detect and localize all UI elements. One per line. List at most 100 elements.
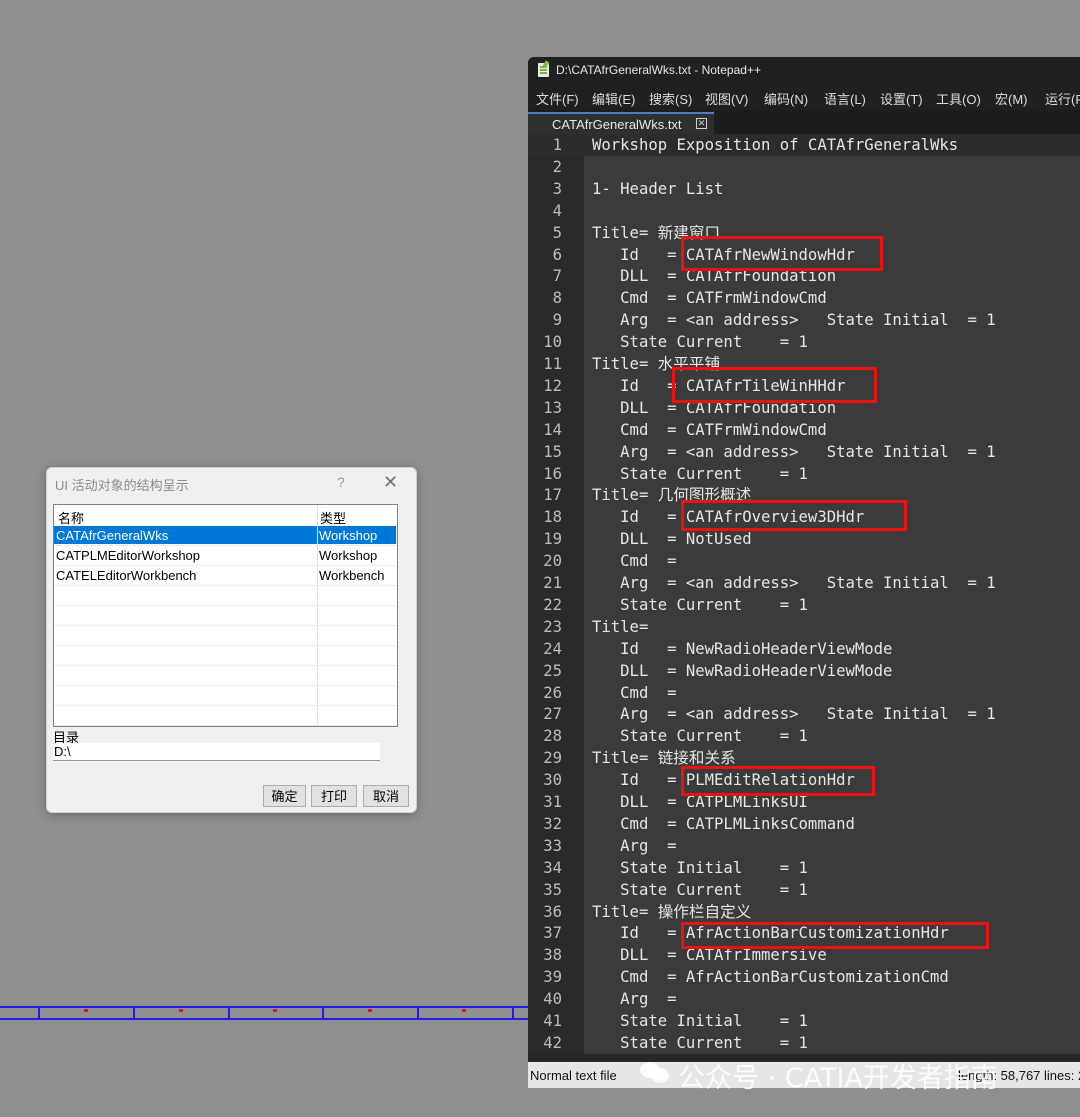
line-number: 28 [543, 727, 562, 746]
menu-bar: 文件(F) 编辑(E) 搜索(S) 视图(V) 编码(N) 语言(L) 设置(T… [528, 84, 1080, 110]
line-number: 3 [552, 179, 562, 198]
ok-button[interactable]: 确定 [263, 785, 306, 807]
line-number: 18 [543, 508, 562, 527]
line-number: 17 [543, 486, 562, 505]
line-number: 1 [552, 136, 562, 154]
list-item[interactable]: CATAfrGeneralWks Workshop [54, 526, 397, 546]
line-number: 27 [543, 705, 562, 724]
ruler-bottom-line [0, 1018, 528, 1020]
ruler-mark [273, 1009, 277, 1012]
code-line: 34 State Initial = 1 [528, 857, 1080, 879]
line-number: 29 [543, 749, 562, 768]
ruler-tick [512, 1006, 514, 1020]
highlight-box [672, 367, 877, 403]
line-text: State Current = 1 [592, 333, 808, 352]
ruler-tick [133, 1006, 135, 1020]
list-item[interactable]: CATELEditorWorkbench Workbench [54, 566, 397, 586]
tab-close-icon[interactable]: ✕ [696, 118, 707, 129]
code-line: 42 State Current = 1 [528, 1032, 1080, 1054]
ruler-mark [84, 1009, 88, 1012]
code-line: 33 Arg = [528, 835, 1080, 857]
line-number: 42 [543, 1033, 562, 1052]
directory-field[interactable] [53, 743, 380, 761]
item-type: Workshop [319, 548, 378, 563]
object-list[interactable]: 名称 类型 CATAfrGeneralWks Workshop CATPLMEd… [53, 504, 398, 727]
menu-settings[interactable]: 设置(T) [880, 89, 923, 108]
menu-encoding[interactable]: 编码(N) [764, 89, 808, 108]
help-button[interactable]: ? [337, 474, 345, 490]
text-lines: 1 Workshop Exposition of CATAfrGeneralWks… [528, 134, 1080, 1054]
line-number: 34 [543, 858, 562, 877]
item-type: Workbench [319, 568, 385, 583]
line-number: 15 [543, 442, 562, 461]
line-text: Cmd = CATPLMLinksCommand [592, 814, 855, 833]
list-item[interactable]: CATPLMEditorWorkshop Workshop [54, 546, 397, 566]
line-number: 8 [552, 289, 562, 308]
code-line: 1 Workshop Exposition of CATAfrGeneralWks [528, 134, 1080, 156]
line-number: 33 [543, 836, 562, 855]
line-number: 14 [543, 420, 562, 439]
highlight-box [681, 766, 875, 796]
line-number: 16 [543, 464, 562, 483]
notepad-app-icon [538, 63, 549, 77]
menu-file[interactable]: 文件(F) [536, 89, 579, 108]
menu-edit[interactable]: 编辑(E) [592, 89, 635, 108]
column-header-name[interactable]: 名称 [58, 508, 84, 527]
empty-row [54, 706, 397, 726]
code-line: 9 Arg = <an address> State Initial = 1 [528, 309, 1080, 331]
code-line: 26 Cmd = [528, 682, 1080, 704]
line-number: 23 [543, 617, 562, 636]
notepad-window: D:\CATAfrGeneralWks.txt - Notepad++ 文件(F… [528, 57, 1080, 1088]
empty-row [54, 646, 397, 666]
print-button[interactable]: 打印 [311, 785, 357, 807]
line-number: 40 [543, 990, 562, 1009]
code-line: 40 Arg = [528, 988, 1080, 1010]
empty-row [54, 666, 397, 686]
close-button[interactable]: ✕ [383, 472, 398, 493]
ruler-mark [462, 1009, 466, 1012]
line-number: 37 [543, 924, 562, 943]
code-line: 27 Arg = <an address> State Initial = 1 [528, 703, 1080, 725]
menu-run[interactable]: 运行(R) [1045, 89, 1080, 108]
line-number: 5 [552, 223, 562, 242]
menu-tools[interactable]: 工具(O) [936, 89, 981, 108]
ruler-tick [228, 1006, 230, 1020]
ruler-tick [322, 1006, 324, 1020]
line-number: 31 [543, 793, 562, 811]
line-number: 2 [552, 157, 562, 176]
line-number: 22 [543, 595, 562, 614]
line-number: 6 [552, 245, 562, 264]
ruler-top-line [0, 1006, 528, 1008]
menu-view[interactable]: 视图(V) [705, 89, 748, 108]
column-header-type[interactable]: 类型 [320, 508, 346, 527]
code-line: 24 Id = NewRadioHeaderViewMode [528, 638, 1080, 660]
menu-macro[interactable]: 宏(M) [995, 89, 1028, 108]
line-number: 11 [543, 355, 562, 373]
line-text: Arg = <an address> State Initial = 1 [592, 574, 996, 592]
line-number: 36 [543, 902, 562, 921]
line-text: State Current = 1 [592, 464, 808, 483]
code-line: 28 State Current = 1 [528, 725, 1080, 747]
line-text: Arg = <an address> State Initial = 1 [592, 705, 996, 724]
line-text: Cmd = [592, 552, 677, 571]
cancel-button[interactable]: 取消 [363, 785, 409, 807]
code-line: 14 Cmd = CATFrmWindowCmd [528, 419, 1080, 441]
line-text: DLL = NewRadioHeaderViewMode [592, 661, 893, 680]
menu-language[interactable]: 语言(L) [824, 89, 866, 108]
line-text: Title= [592, 617, 649, 636]
item-name: CATAfrGeneralWks [54, 526, 317, 544]
line-number: 26 [543, 683, 562, 702]
menu-search[interactable]: 搜索(S) [649, 89, 692, 108]
empty-row [54, 586, 397, 606]
line-number: 21 [543, 574, 562, 592]
line-number: 9 [552, 311, 562, 330]
line-number: 24 [543, 639, 562, 658]
line-number: 25 [543, 661, 562, 680]
empty-row [54, 686, 397, 706]
code-line: 39 Cmd = AfrActionBarCustomizationCmd [528, 966, 1080, 988]
tab-file[interactable]: CATAfrGeneralWks.txt ✕ [528, 112, 714, 134]
item-type: Workshop [318, 526, 396, 544]
line-number: 12 [543, 376, 562, 395]
line-number: 10 [543, 333, 562, 352]
line-number: 20 [543, 552, 562, 571]
